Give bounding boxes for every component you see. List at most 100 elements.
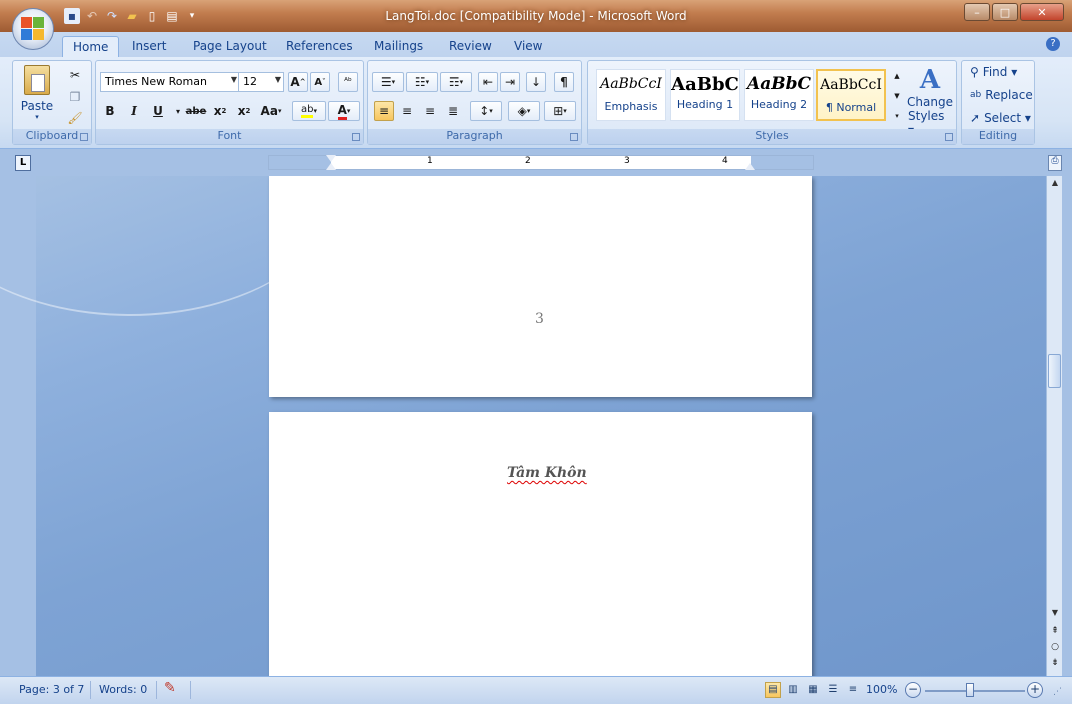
shading-icon[interactable]: ◈ ▾ <box>508 101 540 121</box>
window-controls: – □ ✕ <box>964 3 1064 21</box>
find-button[interactable]: ⚲ Find ▾ <box>970 65 1017 79</box>
page-3[interactable]: 3 <box>269 176 812 397</box>
change-styles-icon: A <box>919 65 941 95</box>
ruler-bar: L 1 2 3 4 ⎙ <box>0 149 1072 176</box>
vertical-scrollbar[interactable]: ▲ ▼ ⇞ ○ ⇟ <box>1046 176 1062 676</box>
style-heading-2[interactable]: AaBbC Heading 2 <box>744 69 814 121</box>
font-size-select[interactable]: 12 ▼ <box>238 72 284 92</box>
paste-icon <box>24 65 50 95</box>
sort-icon[interactable]: ↓ <box>526 72 546 92</box>
justify-icon[interactable]: ≣ <box>443 101 463 121</box>
horizontal-ruler[interactable]: 1 2 3 4 <box>268 155 814 170</box>
cut-icon[interactable]: ✂ <box>65 65 85 85</box>
clear-formatting-icon[interactable]: ᴬᵇ <box>338 72 358 92</box>
line-spacing-icon[interactable]: ↕ ▾ <box>470 101 502 121</box>
binoculars-icon: ⚲ <box>970 65 979 79</box>
bullets-icon[interactable]: ☰ ▾ <box>372 72 404 92</box>
help-icon[interactable]: ? <box>1046 37 1060 51</box>
replace-icon: ab <box>970 90 982 100</box>
format-painter-icon[interactable]: 🖌 <box>65 108 85 128</box>
scroll-up-icon[interactable]: ▲ <box>1047 178 1063 192</box>
tab-review[interactable]: Review <box>439 36 502 57</box>
select-browse-object-icon[interactable]: ○ <box>1047 642 1063 656</box>
strikethrough-icon[interactable]: abe <box>184 101 208 121</box>
next-page-icon[interactable]: ⇟ <box>1047 658 1063 672</box>
font-family-select[interactable]: Times New Roman ▼ <box>100 72 240 92</box>
select-button[interactable]: ➚ Select ▾ <box>970 111 1031 125</box>
close-button[interactable]: ✕ <box>1020 3 1064 21</box>
align-center-icon[interactable]: ≡ <box>397 101 417 121</box>
decrease-indent-icon[interactable]: ⇤ <box>478 72 498 92</box>
clipboard-launcher-icon[interactable] <box>80 133 88 141</box>
tab-mailings[interactable]: Mailings <box>364 36 433 57</box>
view-ruler-icon[interactable]: ⎙ <box>1048 155 1062 171</box>
resize-grip-icon[interactable]: ⋰ <box>1053 687 1062 697</box>
show-formatting-icon[interactable]: ¶ <box>554 72 574 92</box>
underline-icon[interactable]: U <box>148 101 168 121</box>
font-launcher-icon[interactable] <box>352 133 360 141</box>
maximize-button[interactable]: □ <box>992 3 1018 21</box>
styles-scroll-up-icon[interactable]: ▲ <box>890 67 904 85</box>
bold-icon[interactable]: B <box>100 101 120 121</box>
change-case-icon[interactable]: Aa ▾ <box>258 101 284 121</box>
zoom-slider-thumb[interactable] <box>966 683 974 697</box>
replace-button[interactable]: ab Replace <box>970 88 1033 102</box>
tab-selector-icon[interactable]: L <box>15 155 31 171</box>
styles-scroll-down-icon[interactable]: ▼ <box>890 87 904 105</box>
italic-icon[interactable]: I <box>124 101 144 121</box>
align-left-icon[interactable]: ≡ <box>374 101 394 121</box>
left-indent-marker[interactable] <box>326 163 336 170</box>
scroll-down-icon[interactable]: ▼ <box>1047 608 1063 622</box>
tab-references[interactable]: References <box>276 36 363 57</box>
tab-insert[interactable]: Insert <box>122 36 176 57</box>
full-screen-reading-icon[interactable]: ▥ <box>785 682 801 698</box>
borders-icon[interactable]: ⊞ ▾ <box>544 101 576 121</box>
word-count[interactable]: Words: 0 <box>99 683 147 696</box>
shrink-font-icon[interactable]: Aˇ <box>310 72 330 92</box>
tab-home[interactable]: Home <box>62 36 120 57</box>
tab-view[interactable]: View <box>504 36 552 57</box>
change-styles-button[interactable]: A Change Styles ▾ <box>907 65 953 137</box>
subscript-icon[interactable]: x2 <box>210 101 230 121</box>
zoom-in-icon[interactable]: + <box>1027 682 1043 698</box>
paste-dropdown-icon[interactable]: ▾ <box>35 113 39 121</box>
draft-icon[interactable]: ≡ <box>845 682 861 698</box>
paragraph-launcher-icon[interactable] <box>570 133 578 141</box>
zoom-slider[interactable] <box>925 690 1025 692</box>
highlight-color-icon[interactable]: ab ▾ <box>292 101 326 121</box>
increase-indent-icon[interactable]: ⇥ <box>500 72 520 92</box>
superscript-icon[interactable]: x2 <box>234 101 254 121</box>
style-emphasis[interactable]: AaBbCcI Emphasis <box>596 69 666 121</box>
copy-icon[interactable]: ❐ <box>65 87 85 107</box>
change-styles-label: Change <box>907 95 953 109</box>
document-area[interactable]: 3 Tâm Khôn <box>0 176 1046 676</box>
chevron-down-icon: ▼ <box>230 75 237 84</box>
multilevel-list-icon[interactable]: ☶ ▾ <box>440 72 472 92</box>
styles-more-icon[interactable]: ▾ <box>890 107 904 125</box>
align-right-icon[interactable]: ≡ <box>420 101 440 121</box>
styles-launcher-icon[interactable] <box>945 133 953 141</box>
web-layout-icon[interactable]: ▦ <box>805 682 821 698</box>
font-color-icon[interactable]: A ▾ <box>328 101 360 121</box>
proofing-icon[interactable]: ✎ <box>164 680 176 696</box>
office-button[interactable] <box>12 8 54 50</box>
minimize-button[interactable]: – <box>964 3 990 21</box>
first-line-indent-marker[interactable] <box>326 155 336 162</box>
style-name: Emphasis <box>604 100 658 113</box>
tab-page-layout[interactable]: Page Layout <box>183 36 277 57</box>
page-4[interactable]: Tâm Khôn <box>269 412 812 676</box>
page-count[interactable]: Page: 3 of 7 <box>19 683 84 696</box>
style-normal[interactable]: AaBbCcI ¶ Normal <box>816 69 886 121</box>
paste-button[interactable]: Paste ▾ <box>19 65 55 121</box>
scrollbar-thumb[interactable] <box>1048 354 1061 388</box>
font-family-value: Times New Roman <box>105 75 207 88</box>
right-indent-marker[interactable] <box>745 163 755 170</box>
style-heading-1[interactable]: AaBbC Heading 1 <box>670 69 740 121</box>
previous-page-icon[interactable]: ⇞ <box>1047 626 1063 640</box>
outline-icon[interactable]: ☰ <box>825 682 841 698</box>
grow-font-icon[interactable]: A ^ <box>288 72 308 92</box>
zoom-level[interactable]: 100% <box>866 683 897 696</box>
print-layout-icon[interactable]: ▤ <box>765 682 781 698</box>
numbering-icon[interactable]: ☷ ▾ <box>406 72 438 92</box>
zoom-out-icon[interactable]: − <box>905 682 921 698</box>
